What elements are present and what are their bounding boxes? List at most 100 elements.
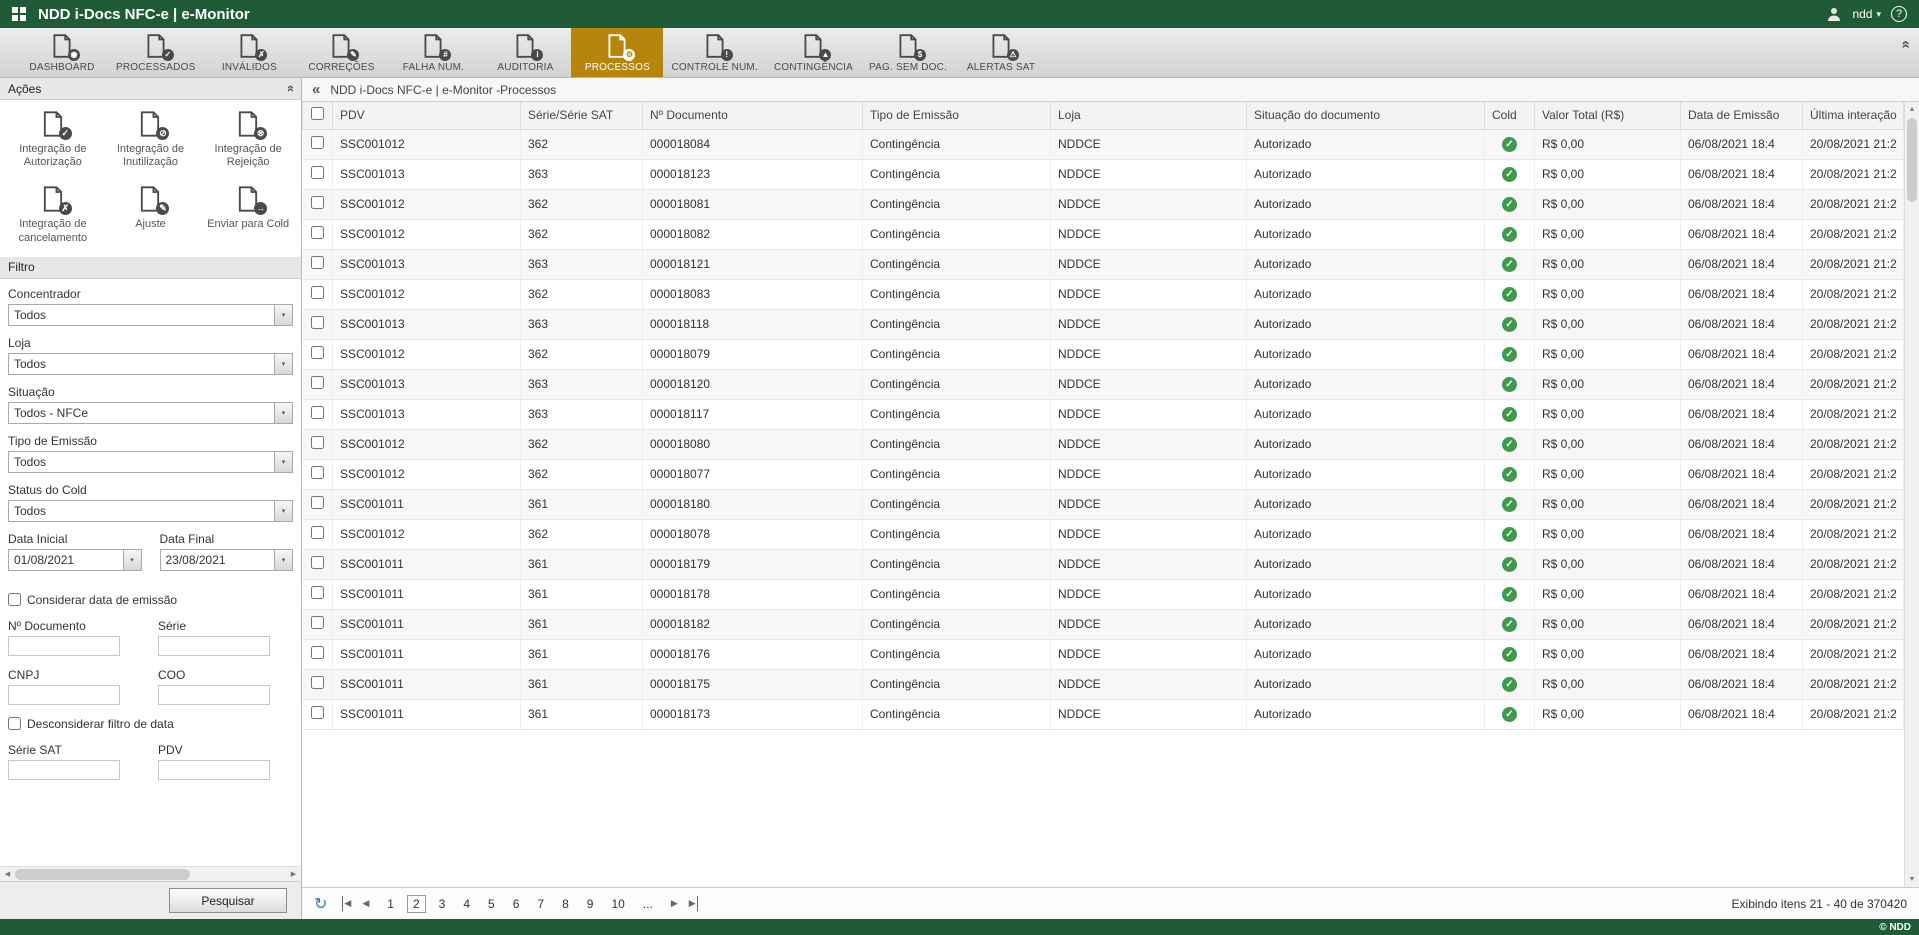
column-header[interactable]: Série/Série SAT [521,102,643,129]
page-number[interactable]: 3 [434,896,451,912]
table-row[interactable]: SSC001013 363 000018118 Contingência NDD… [303,309,1904,339]
page-number[interactable]: 5 [483,896,500,912]
table-row[interactable]: SSC001013 363 000018117 Contingência NDD… [303,399,1904,429]
row-checkbox[interactable] [311,406,324,419]
table-row[interactable]: SSC001011 361 000018180 Contingência NDD… [303,489,1904,519]
consider-emission-checkbox[interactable] [8,593,21,606]
toolbar-item[interactable]: i AUDITORIA [479,28,571,77]
column-header[interactable]: Data de Emissão [1681,102,1803,129]
row-checkbox[interactable] [311,226,324,239]
action-button[interactable]: ✎ Ajuste [102,185,200,244]
row-checkbox[interactable] [311,286,324,299]
table-row[interactable]: SSC001012 362 000018083 Contingência NDD… [303,279,1904,309]
action-button[interactable]: ✓ Integração de Autorização [4,110,102,169]
toolbar-collapse-button[interactable]: » [1896,40,1913,48]
action-button[interactable]: ⊘ Integração de Inutilização [102,110,200,169]
row-checkbox[interactable] [311,526,324,539]
table-row[interactable]: SSC001011 361 000018173 Contingência NDD… [303,699,1904,729]
page-number[interactable]: 1 [382,896,399,912]
table-row[interactable]: SSC001012 362 000018078 Contingência NDD… [303,519,1904,549]
row-checkbox[interactable] [311,316,324,329]
column-header[interactable]: PDV [333,102,521,129]
dropdown-arrow-icon[interactable]: ▾ [274,354,292,374]
row-checkbox[interactable] [311,466,324,479]
scroll-left-icon[interactable]: ◀ [0,870,15,878]
serie-input[interactable] [158,636,270,656]
page-number[interactable]: 7 [532,896,549,912]
scroll-right-icon[interactable]: ▶ [286,870,301,878]
filter-select[interactable]: Todos ▾ [8,304,293,326]
row-checkbox[interactable] [311,436,324,449]
row-checkbox[interactable] [311,196,324,209]
page-number[interactable]: 8 [557,896,574,912]
table-row[interactable]: SSC001012 362 000018084 Contingência NDD… [303,129,1904,159]
next-page-button[interactable]: ▶ [669,896,680,911]
dropdown-arrow-icon[interactable]: ▾ [274,452,292,472]
toolbar-item[interactable]: ✗ INVÁLIDOS [203,28,295,77]
row-checkbox[interactable] [311,166,324,179]
action-button[interactable]: ✗ Integração de cancelamento [4,185,102,244]
filter-select[interactable]: Todos ▾ [8,353,293,375]
row-checkbox[interactable] [311,646,324,659]
page-number[interactable]: 4 [458,896,475,912]
toolbar-item[interactable]: # FALHA NUM. [387,28,479,77]
user-menu[interactable]: ndd ▾ [1852,7,1881,21]
row-checkbox[interactable] [311,586,324,599]
page-number[interactable]: 6 [508,896,525,912]
app-launcher-icon[interactable] [12,7,26,21]
column-header[interactable]: Situação do documento [1247,102,1485,129]
filter-select[interactable]: Todos ▾ [8,451,293,473]
column-header[interactable]: Nº Documento [643,102,863,129]
table-row[interactable]: SSC001013 363 000018123 Contingência NDD… [303,159,1904,189]
filter-select[interactable]: Todos ▾ [8,500,293,522]
row-checkbox[interactable] [311,136,324,149]
page-number[interactable]: 9 [582,896,599,912]
action-button[interactable]: → Enviar para Cold [199,185,297,244]
toolbar-item[interactable]: ◉ DASHBOARD [16,28,108,77]
table-row[interactable]: SSC001012 362 000018077 Contingência NDD… [303,459,1904,489]
row-checkbox[interactable] [311,376,324,389]
table-row[interactable]: SSC001012 362 000018079 Contingência NDD… [303,339,1904,369]
toolbar-item[interactable]: ! CONTROLE NUM. [663,28,766,77]
row-checkbox[interactable] [311,256,324,269]
table-row[interactable]: SSC001012 362 000018081 Contingência NDD… [303,189,1904,219]
documento-input[interactable] [8,636,120,656]
dropdown-arrow-icon[interactable]: ▾ [274,550,292,570]
column-header[interactable]: Loja [1051,102,1247,129]
table-row[interactable]: SSC001011 361 000018176 Contingência NDD… [303,639,1904,669]
date-end-picker[interactable]: 23/08/2021 ▾ [160,549,294,571]
first-page-button[interactable]: ◀ [342,896,353,911]
scrollbar-thumb[interactable] [1907,118,1917,202]
filter-select[interactable]: Todos - NFCe ▾ [8,402,293,424]
toolbar-item[interactable]: ✎ CORREÇÕES [295,28,387,77]
dropdown-arrow-icon[interactable]: ▾ [123,550,141,570]
row-checkbox[interactable] [311,496,324,509]
table-row[interactable]: SSC001011 361 000018182 Contingência NDD… [303,609,1904,639]
actions-collapse-button[interactable]: » [282,85,297,92]
sidebar-collapse-button[interactable]: « [312,81,320,98]
table-row[interactable]: SSC001013 363 000018121 Contingência NDD… [303,249,1904,279]
table-row[interactable]: SSC001012 362 000018080 Contingência NDD… [303,429,1904,459]
select-all-checkbox[interactable] [311,107,324,120]
dropdown-arrow-icon[interactable]: ▾ [274,305,292,325]
table-row[interactable]: SSC001011 361 000018175 Contingência NDD… [303,669,1904,699]
row-checkbox[interactable] [311,706,324,719]
pdv-input[interactable] [158,760,270,780]
page-number[interactable]: 10 [606,896,629,912]
action-button[interactable]: ⊗ Integração de Rejeição [199,110,297,169]
row-checkbox[interactable] [311,676,324,689]
toolbar-item[interactable]: $ PAG. SEM DOC. [861,28,955,77]
sidebar-horizontal-scrollbar[interactable]: ◀ ▶ [0,866,301,881]
column-header[interactable]: Última interação [1803,102,1904,129]
table-row[interactable]: SSC001013 363 000018120 Contingência NDD… [303,369,1904,399]
dropdown-arrow-icon[interactable]: ▾ [274,403,292,423]
row-checkbox[interactable] [311,556,324,569]
dropdown-arrow-icon[interactable]: ▾ [274,501,292,521]
toolbar-item[interactable]: ▲ CONTINGÊNCIA [766,28,861,77]
row-checkbox[interactable] [311,616,324,629]
scroll-up-icon[interactable]: ▲ [1905,102,1919,117]
page-number[interactable]: 2 [407,895,426,913]
prev-page-button[interactable]: ◀ [360,896,371,911]
toolbar-item[interactable]: ⚙ PROCESSOS [571,28,663,77]
table-row[interactable]: SSC001011 361 000018178 Contingência NDD… [303,579,1904,609]
